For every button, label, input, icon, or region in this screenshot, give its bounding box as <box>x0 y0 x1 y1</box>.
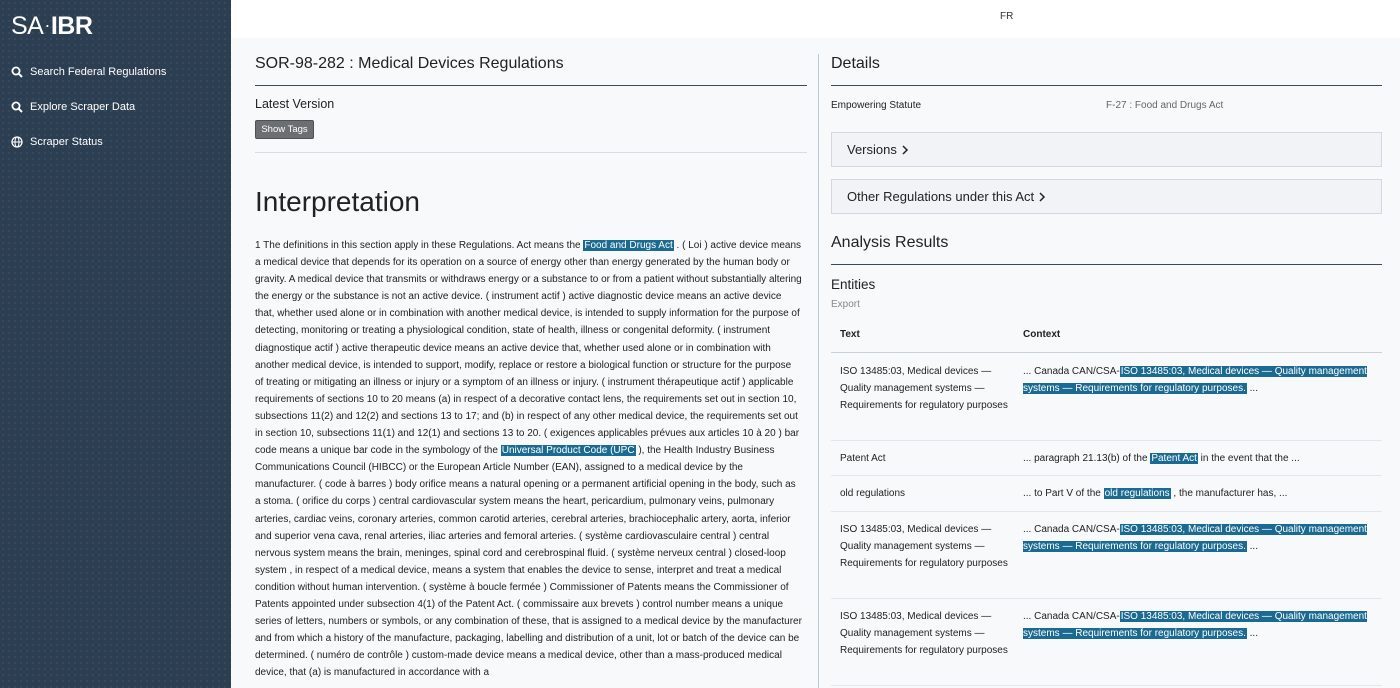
section-divider <box>255 152 807 153</box>
entities-title: Entities <box>831 277 876 292</box>
entity-context-cell: ... Canada CAN/CSA-ISO 13485:03, Medical… <box>1023 363 1373 397</box>
highlighted-entity[interactable]: Food and Drugs Act <box>583 240 674 251</box>
context-text: ... <box>1246 628 1258 640</box>
search-icon <box>11 101 23 113</box>
table-row[interactable]: ISO 13485:03, Medical devices — Quality … <box>831 512 1382 599</box>
other-regulations-label: Other Regulations under this Act <box>847 189 1035 204</box>
context-text: ... Canada CAN/CSA- <box>1023 611 1120 622</box>
table-row[interactable]: old regulations ... to Part V of the old… <box>831 476 1382 512</box>
empowering-statute-label: Empowering Statute <box>831 100 922 111</box>
table-row[interactable]: ISO 13485:03, Medical devices — Quality … <box>831 353 1382 441</box>
entity-text-cell: ISO 13485:03, Medical devices — Quality … <box>840 524 1008 570</box>
page-title: SOR-98-282 : Medical Devices Regulations <box>255 55 564 72</box>
top-bar <box>231 0 1400 38</box>
logo-text-sa: SA <box>11 12 44 40</box>
sidebar-item-label: Explore Scraper Data <box>30 101 136 113</box>
context-text: ... Canada CAN/CSA- <box>1023 524 1120 535</box>
regulation-text-segment: 1 The definitions in this section apply … <box>255 240 584 251</box>
latest-version-label: Latest Version <box>255 97 335 111</box>
highlighted-entity: old regulations <box>1103 488 1171 499</box>
language-toggle[interactable]: FR <box>1000 11 1013 22</box>
highlighted-entity[interactable]: Universal Product Code (UPC <box>500 445 636 457</box>
entity-context-cell: ... to Part V of the old regulations , t… <box>1023 485 1373 502</box>
section-heading: Interpretation <box>255 186 420 217</box>
details-title: Details <box>831 55 880 72</box>
analysis-rule <box>831 264 1382 265</box>
table-row[interactable]: Patent Act ... paragraph 21.13(b) of the… <box>831 441 1382 476</box>
context-text: ... Canada CAN/CSA- <box>1023 366 1120 377</box>
globe-icon <box>11 136 23 148</box>
title-rule <box>255 85 807 86</box>
regulation-text-segment: . ( Loi ) active device means a medical … <box>255 240 802 457</box>
empowering-statute-value: F-27 : Food and Drugs Act <box>1106 100 1224 111</box>
logo-separator: · <box>44 15 50 35</box>
entity-context-cell: ... Canada CAN/CSA-ISO 13485:03, Medical… <box>1023 608 1373 642</box>
context-text: ... <box>1246 541 1258 553</box>
show-tags-button[interactable]: Show Tags <box>255 120 314 139</box>
context-text: , the manufacturer has, ... <box>1170 488 1288 499</box>
other-regulations-collapsible[interactable]: Other Regulations under this Act <box>831 179 1382 214</box>
context-text: ... <box>1246 383 1258 395</box>
sidebar-item-search-federal-regulations[interactable]: Search Federal Regulations <box>11 66 166 78</box>
table-row[interactable]: ISO 13485:03, Medical devices — Quality … <box>831 599 1382 686</box>
versions-collapsible[interactable]: Versions <box>831 132 1382 167</box>
app-logo[interactable]: SA·IBR <box>11 12 93 41</box>
context-text: ... to Part V of the <box>1023 488 1104 499</box>
chevron-right-icon <box>901 142 909 157</box>
logo-text-ibr: IBR <box>50 12 93 40</box>
export-link[interactable]: Export <box>831 299 860 310</box>
entity-text-cell: old regulations <box>840 488 906 499</box>
versions-label: Versions <box>847 142 897 157</box>
column-divider <box>818 54 819 688</box>
sidebar: SA·IBR Search Federal Regulations Explor… <box>0 0 231 688</box>
entity-text-cell: Patent Act <box>840 453 886 464</box>
regulation-text-segment: ), the Health Industry Business Communic… <box>255 445 802 679</box>
regulation-text: 1 The definitions in this section apply … <box>255 237 802 688</box>
search-icon <box>11 66 23 78</box>
context-text: in the event that the ... <box>1197 453 1300 464</box>
entity-text-cell: ISO 13485:03, Medical devices — Quality … <box>840 611 1008 657</box>
column-header-context[interactable]: Context <box>1023 329 1060 340</box>
chevron-right-icon <box>1038 189 1046 204</box>
entity-context-cell: ... Canada CAN/CSA-ISO 13485:03, Medical… <box>1023 521 1373 555</box>
entity-text-cell: ISO 13485:03, Medical devices — Quality … <box>840 366 1008 412</box>
sidebar-item-label: Search Federal Regulations <box>30 66 167 78</box>
sidebar-item-scraper-status[interactable]: Scraper Status <box>11 136 103 148</box>
highlighted-entity: Patent Act <box>1150 453 1198 464</box>
sidebar-item-label: Scraper Status <box>30 136 103 148</box>
analysis-title: Analysis Results <box>831 234 949 251</box>
sidebar-item-explore-scraper-data[interactable]: Explore Scraper Data <box>11 101 135 113</box>
column-header-text[interactable]: Text <box>840 329 860 340</box>
context-text: ... paragraph 21.13(b) of the <box>1023 453 1151 464</box>
entity-context-cell: ... paragraph 21.13(b) of the Patent Act… <box>1023 450 1373 467</box>
details-rule <box>831 85 1382 86</box>
